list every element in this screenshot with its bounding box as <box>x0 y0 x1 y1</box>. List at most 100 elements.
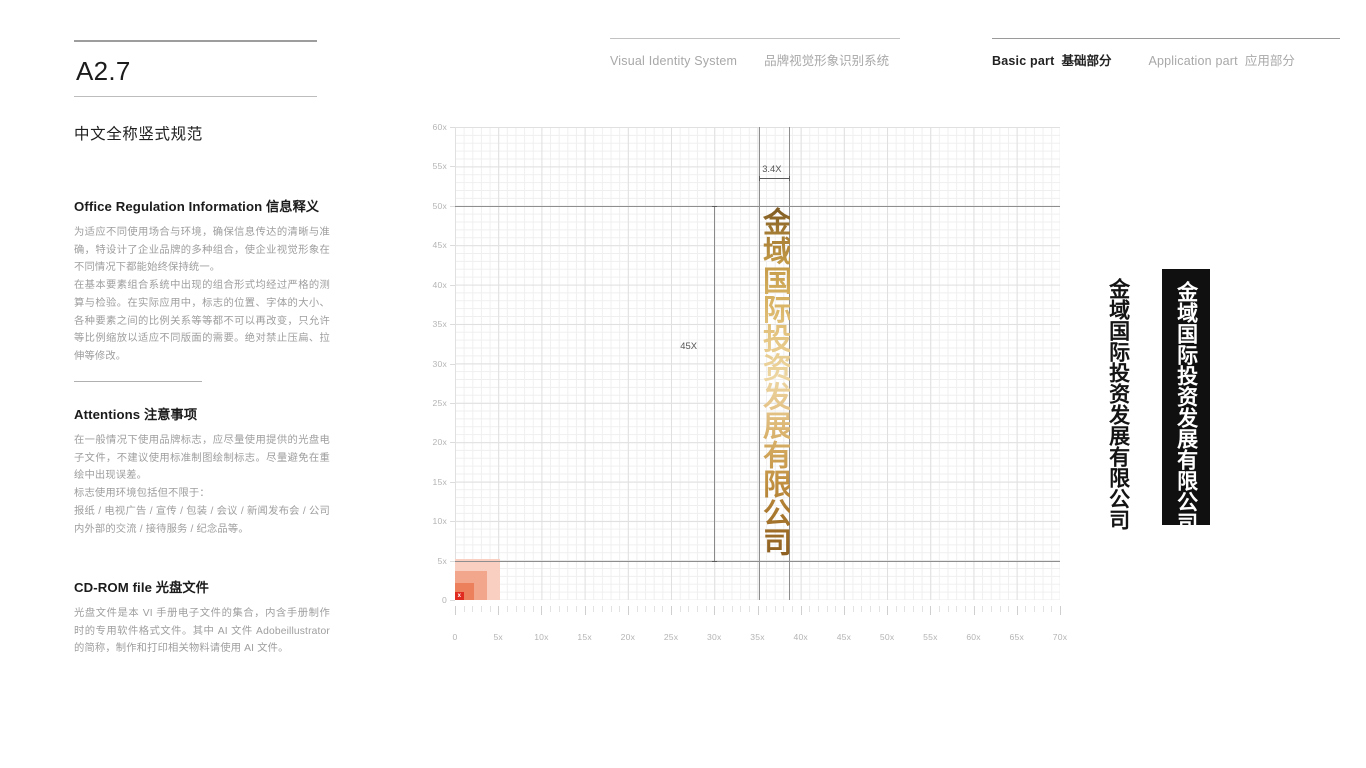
x-axis-tick <box>800 606 802 615</box>
x-axis-tick <box>722 606 724 612</box>
x-axis-tick-label: 5x <box>493 632 503 642</box>
y-axis-tick <box>450 245 455 247</box>
x-axis-tick <box>947 606 949 612</box>
logo-vertical-knockout: 金域国际投资发展有限公司 <box>1174 281 1199 533</box>
x-axis-tick <box>463 606 465 612</box>
block-attentions: Attentions 注意事项 在一般情况下使用品牌标志，应尽量使用提供的光盘电… <box>74 404 330 538</box>
x-axis-tick <box>999 606 1001 612</box>
page-title: 中文全称竖式规范 <box>74 126 203 143</box>
x-axis-tick <box>1034 606 1036 612</box>
y-axis-tick <box>450 284 455 286</box>
dimension-line-horizontal <box>759 178 789 180</box>
x-axis-tick <box>576 606 577 612</box>
guide-line-horizontal <box>455 205 1060 207</box>
x-axis-tick <box>567 606 569 612</box>
x-axis-tick <box>653 606 655 612</box>
y-axis-tick-label: 45x <box>432 240 447 251</box>
block-paragraph: 为适应不同使用场合与环境，确保信息传达的清晰与准确，特设计了企业品牌的多种组合，… <box>74 227 330 274</box>
block-paragraph: 在基本要素组合系统中出现的组合形式均经过严格的测算与检验。在实际应用中，标志的位… <box>74 280 330 362</box>
x-axis-tick <box>904 606 906 612</box>
construction-grid: x 3.4X 45X <box>455 127 1060 600</box>
x-axis-tick-label: 50x <box>879 632 895 642</box>
x-axis-tick <box>878 606 880 612</box>
x-axis-tick <box>1051 606 1053 612</box>
x-axis-tick-label: 15x <box>577 632 592 642</box>
x-axis-tick <box>550 606 552 612</box>
x-axis-tick <box>541 606 543 615</box>
x-axis-tick <box>861 606 863 612</box>
vi-manual-page: Visual Identity System 品牌视觉形象识别系统 Basic … <box>0 0 1366 768</box>
x-axis-tick <box>619 606 621 612</box>
x-axis-tick <box>1060 606 1061 615</box>
x-axis-tick <box>964 606 966 612</box>
y-axis-tick-label: 55x <box>432 161 447 172</box>
x-axis-tick <box>671 606 673 615</box>
x-axis-tick <box>688 606 690 612</box>
x-axis-tick <box>593 606 595 612</box>
x-axis-tick <box>748 606 750 612</box>
x-axis-tick <box>1025 606 1027 612</box>
x-axis-tick <box>757 606 759 615</box>
x-axis-tick <box>558 606 560 612</box>
x-axis-tick-label: 25x <box>663 632 679 642</box>
y-axis-tick-label: 5x <box>437 555 447 566</box>
x-axis-tick <box>921 606 923 612</box>
x-axis-tick <box>636 606 638 612</box>
divider-rule <box>74 381 202 382</box>
block-office-regulation: Office Regulation Information 信息释义 为适应不同… <box>74 196 330 366</box>
block-heading: Attentions 注意事项 <box>74 407 198 422</box>
y-axis-tick <box>450 363 455 365</box>
y-axis-tick-label: 40x <box>432 279 447 290</box>
header-vis-en: Visual Identity System <box>610 54 738 68</box>
x-axis-tick <box>973 606 975 615</box>
nav-application-part-cn[interactable]: 应用部分 <box>1245 50 1295 69</box>
y-axis-tick <box>450 402 455 404</box>
x-axis-tick-label: 35x <box>750 632 765 642</box>
x-axis-tick <box>792 606 794 612</box>
x-axis-tick <box>532 606 534 612</box>
x-axis-tick-label: 20x <box>620 632 636 642</box>
y-axis-tick-label: 30x <box>432 358 447 369</box>
nav-basic-part-cn[interactable]: 基础部分 <box>1061 50 1111 69</box>
x-axis-tick <box>774 606 776 612</box>
y-axis-tick <box>450 481 455 483</box>
y-axis-tick <box>450 205 455 207</box>
x-axis-tick <box>826 606 828 612</box>
block-heading: Office Regulation Information 信息释义 <box>74 199 320 214</box>
header-visual-identity-system: Visual Identity System 品牌视觉形象识别系统 <box>610 38 900 69</box>
guide-line-horizontal <box>455 560 1060 562</box>
x-axis-tick <box>982 606 984 612</box>
x-axis-tick <box>740 606 742 612</box>
dimension-line-vertical <box>714 205 716 561</box>
y-axis-tick-label: 15x <box>432 476 447 487</box>
x-axis-tick-label: 55x <box>923 632 938 642</box>
x-axis-tick <box>895 606 897 612</box>
dimension-label-45x: 45X <box>680 339 697 351</box>
x-axis-tick <box>835 606 837 612</box>
x-axis-tick <box>1008 606 1010 612</box>
x-axis-tick <box>705 606 707 612</box>
x-axis-tick <box>913 606 915 612</box>
x-axis-tick-label: 70x <box>1052 632 1068 642</box>
x-axis-tick <box>887 606 889 615</box>
x-axis-tick-label: 30x <box>707 632 722 642</box>
x-axis-tick <box>679 606 681 612</box>
y-axis-tick <box>450 166 455 168</box>
x-axis-tick-label: 0 <box>452 632 458 642</box>
dimension-label-3-4x: 3.4X <box>762 163 782 175</box>
x-axis-tick <box>714 606 716 615</box>
header-part-nav: Basic part 基础部分 Application part 应用部分 <box>992 38 1340 69</box>
y-axis-tick <box>450 521 455 523</box>
y-axis-tick-label: 0 <box>442 595 447 605</box>
x-axis-tick-label: 10x <box>534 632 549 642</box>
block-paragraph: 在一般情况下使用品牌标志，应尽量使用提供的光盘电子文件，不建议使用标准制图绘制标… <box>74 435 330 482</box>
y-axis-tick-label: 20x <box>432 437 447 448</box>
y-axis-tick <box>450 442 455 444</box>
block-cd-rom-file: CD-ROM file 光盘文件 光盘文件是本 VI 手册电子文件的集合，内含手… <box>74 577 330 658</box>
dimension-cap <box>759 176 761 182</box>
x-axis-tick <box>930 606 932 615</box>
nav-basic-part-en[interactable]: Basic part <box>992 54 1054 68</box>
y-axis-tick-label: 50x <box>432 200 447 211</box>
y-axis-tick-label: 35x <box>432 319 447 330</box>
nav-application-part-en[interactable]: Application part <box>1148 54 1237 68</box>
